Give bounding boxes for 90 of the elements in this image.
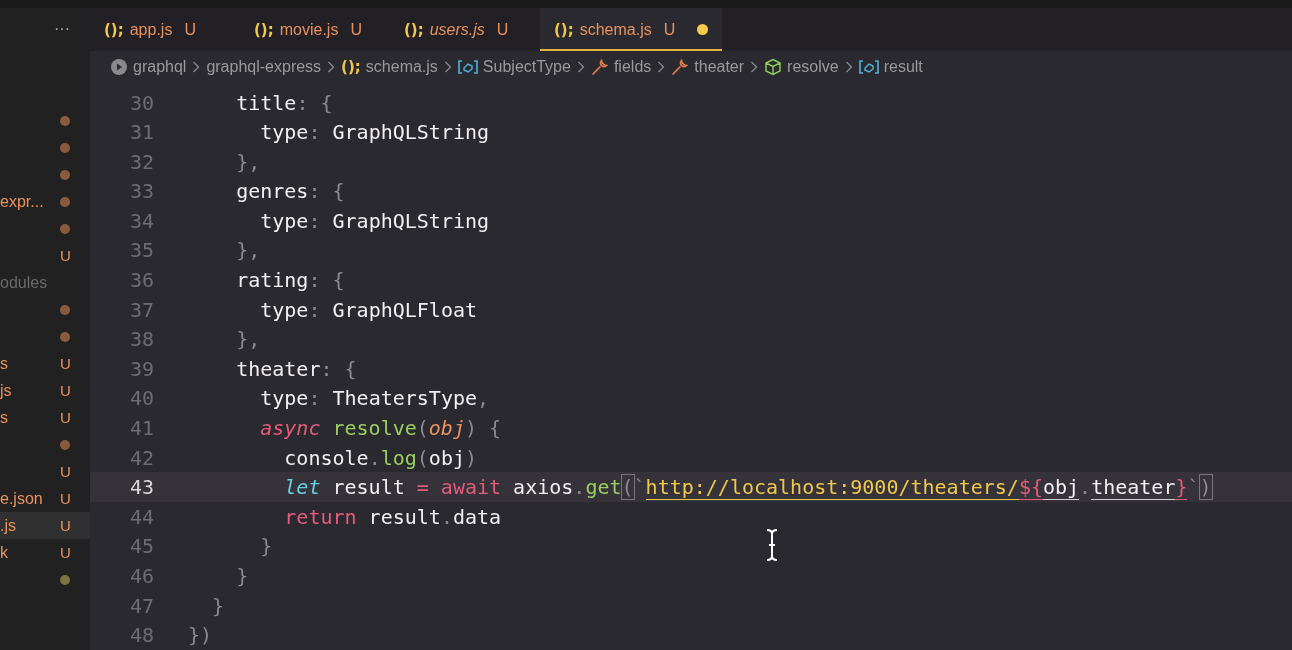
git-status: U bbox=[60, 382, 70, 399]
file-row[interactable]: e.json U bbox=[0, 485, 90, 512]
file-row[interactable]: expr... bbox=[0, 188, 90, 215]
cube-icon bbox=[764, 58, 783, 76]
file-name: odules bbox=[0, 273, 48, 292]
chevron-icon bbox=[576, 61, 585, 73]
chevron-icon bbox=[443, 61, 452, 73]
breadcrumb-item[interactable]: graphql-express bbox=[206, 58, 322, 76]
code-line: rating: { bbox=[235, 268, 345, 293]
code-line: return result.data bbox=[283, 504, 502, 529]
code-line: } bbox=[259, 534, 273, 559]
code-line: } bbox=[235, 564, 249, 588]
file-name: s bbox=[0, 408, 8, 427]
wrench-icon bbox=[590, 58, 609, 76]
line-number: 37 bbox=[128, 297, 155, 322]
breadcrumb-item[interactable]: SubjectType bbox=[457, 58, 571, 76]
variable-icon bbox=[457, 60, 478, 74]
code-line: console.log(obj) bbox=[283, 445, 477, 470]
text-cursor-icon bbox=[765, 527, 779, 562]
chevron-icon bbox=[192, 61, 201, 73]
line-number: 38 bbox=[128, 327, 155, 352]
line-number: 35 bbox=[128, 238, 155, 263]
line-number: 45 bbox=[128, 534, 155, 559]
file-row[interactable]: U bbox=[0, 458, 90, 485]
code-line: type: TheatersType, bbox=[259, 386, 490, 411]
git-status: U bbox=[60, 355, 70, 372]
code-line: type: GraphQLString bbox=[259, 208, 490, 233]
line-number: 40 bbox=[128, 386, 155, 411]
line-number: 46 bbox=[128, 564, 155, 588]
line-number: 42 bbox=[128, 445, 155, 470]
editor-tab[interactable]: (); movie.js U bbox=[240, 8, 390, 52]
git-status: U bbox=[60, 517, 70, 534]
code-line: }) bbox=[188, 623, 213, 648]
chevron-icon bbox=[844, 61, 853, 73]
code-line: title: { bbox=[235, 90, 333, 115]
editor-tab[interactable]: (); users.js U bbox=[390, 8, 540, 52]
line-number: 39 bbox=[128, 356, 155, 381]
git-status: U bbox=[60, 544, 70, 561]
file-row[interactable]: js U bbox=[0, 377, 90, 404]
breadcrumb-item[interactable]: resolve bbox=[764, 58, 839, 76]
line-number: 31 bbox=[128, 120, 155, 145]
breadcrumb-item[interactable]: result bbox=[858, 58, 923, 76]
code-line: genres: { bbox=[235, 179, 345, 204]
code-line: }, bbox=[235, 327, 261, 352]
git-status: U bbox=[60, 490, 70, 507]
file-row[interactable]: s U bbox=[0, 404, 90, 431]
breadcrumb-item[interactable]: graphql bbox=[110, 58, 187, 76]
file-name: k bbox=[0, 543, 8, 562]
line-number: 47 bbox=[128, 593, 155, 618]
file-name: js bbox=[0, 381, 12, 400]
file-name: .js bbox=[0, 516, 16, 535]
editor-tab[interactable]: (); schema.js U bbox=[540, 8, 723, 52]
chevron-icon bbox=[750, 61, 759, 73]
chevron-icon bbox=[657, 61, 666, 73]
editor-tab[interactable]: (); app.js U bbox=[90, 8, 240, 52]
code-line: theater: { bbox=[235, 356, 357, 381]
variable-icon bbox=[858, 60, 879, 74]
file-row[interactable]: s U bbox=[0, 350, 90, 377]
code-line: }, bbox=[235, 149, 261, 174]
line-number: 32 bbox=[128, 149, 155, 174]
breadcrumb-item[interactable]: fields bbox=[590, 58, 652, 76]
git-status: U bbox=[60, 409, 70, 426]
breadcrumb-item[interactable]: theater bbox=[671, 58, 745, 76]
code-line: } bbox=[211, 593, 225, 618]
code-line: async resolve(obj) { bbox=[259, 416, 502, 441]
line-number: 44 bbox=[128, 504, 155, 529]
file-name: expr... bbox=[0, 192, 44, 211]
chevron-icon bbox=[327, 61, 336, 73]
code-line: type: GraphQLString bbox=[259, 120, 490, 145]
git-status: U bbox=[60, 463, 70, 480]
line-number: 34 bbox=[128, 208, 155, 233]
git-status: U bbox=[60, 247, 70, 264]
code-line: let result = await axios.get(`http://localhost:9000/theaters/${obj.theater}`) bbox=[283, 475, 1212, 500]
line-number: 48 bbox=[128, 623, 155, 648]
code-line: }, bbox=[235, 238, 261, 263]
line-number: 36 bbox=[128, 268, 155, 293]
play-circle-icon bbox=[110, 58, 128, 76]
file-row[interactable]: U bbox=[0, 242, 90, 269]
line-number: 43 bbox=[128, 475, 155, 500]
code-line: type: GraphQLFloat bbox=[259, 297, 477, 322]
line-number: 41 bbox=[128, 416, 155, 441]
file-name: e.json bbox=[0, 489, 43, 508]
file-row[interactable]: .js U bbox=[0, 512, 90, 539]
line-number: 30 bbox=[128, 90, 155, 115]
wrench-icon bbox=[671, 58, 690, 76]
file-row[interactable]: k U bbox=[0, 539, 90, 566]
file-name: s bbox=[0, 354, 8, 373]
breadcrumb-item[interactable]: (); schema.js bbox=[341, 58, 438, 76]
more-actions[interactable]: ··· bbox=[54, 20, 70, 40]
line-number: 33 bbox=[128, 179, 155, 204]
